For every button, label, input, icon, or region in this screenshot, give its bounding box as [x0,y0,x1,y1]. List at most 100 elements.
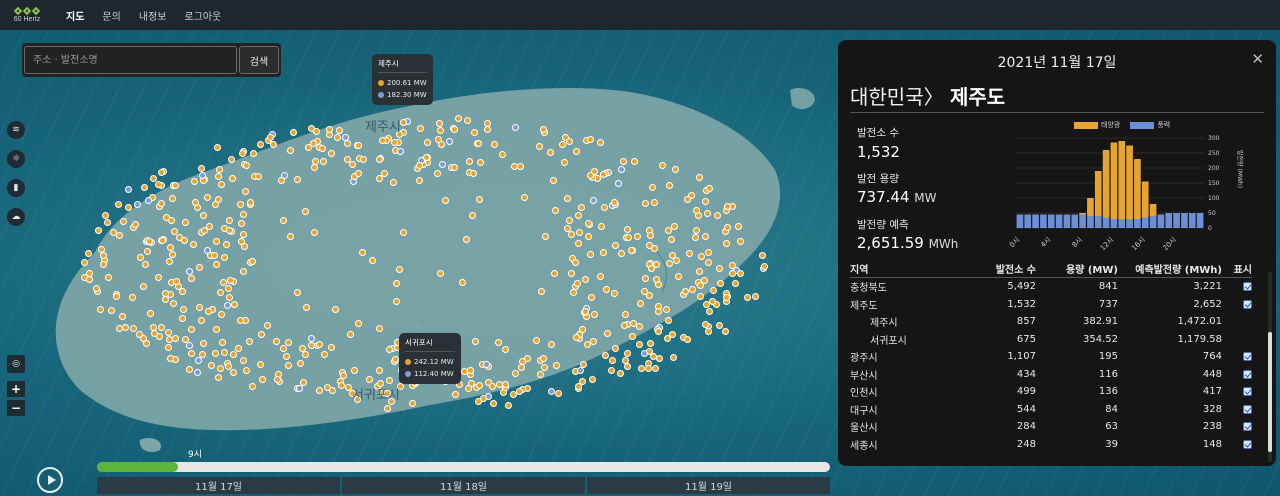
solar-plant-marker[interactable] [311,164,319,172]
solar-plant-marker[interactable] [612,345,620,353]
table-row[interactable]: 세종시 248 39 148 [850,436,1252,454]
solar-plant-marker[interactable] [238,219,246,227]
solar-plant-marker[interactable] [704,258,712,266]
solar-plant-marker[interactable] [166,355,174,363]
solar-plant-marker[interactable] [572,259,580,267]
solar-plant-marker[interactable] [494,339,502,347]
solar-plant-marker[interactable] [225,293,233,301]
solar-plant-marker[interactable] [85,275,93,283]
solar-plant-marker[interactable] [581,275,589,283]
solar-plant-marker[interactable] [547,340,555,348]
solar-plant-marker[interactable] [220,253,228,261]
solar-plant-marker[interactable] [645,292,653,300]
col-header-count[interactable]: 발전소 수 [960,261,1036,276]
solar-plant-marker[interactable] [347,330,355,338]
solar-plant-marker[interactable] [644,365,652,373]
solar-plant-marker[interactable] [475,196,483,204]
solar-plant-marker[interactable] [684,336,692,344]
solar-plant-marker[interactable] [588,293,596,301]
solar-plant-marker[interactable] [172,181,180,189]
solar-plant-marker[interactable] [129,294,137,302]
wind-plant-marker[interactable] [547,387,555,395]
solar-plant-marker[interactable] [141,261,149,269]
solar-plant-marker[interactable] [518,357,526,365]
solar-plant-marker[interactable] [323,383,331,391]
solar-plant-marker[interactable] [579,378,587,386]
solar-plant-marker[interactable] [299,344,307,352]
solar-plant-marker[interactable] [115,231,123,239]
solar-plant-marker[interactable] [620,322,628,330]
solar-plant-marker[interactable] [151,329,159,337]
wind-plant-marker[interactable] [439,160,447,168]
solar-plant-marker[interactable] [164,329,172,336]
solar-plant-marker[interactable] [464,384,472,392]
wind-plant-marker[interactable] [186,341,194,349]
solar-plant-marker[interactable] [179,306,187,314]
solar-plant-marker[interactable] [393,280,401,288]
solar-plant-marker[interactable] [583,340,591,348]
solar-plant-marker[interactable] [651,365,659,373]
solar-plant-marker[interactable] [416,177,424,185]
solar-plant-marker[interactable] [462,236,470,244]
solar-plant-marker[interactable] [696,267,704,275]
solar-plant-marker[interactable] [612,241,620,249]
solar-plant-marker[interactable] [551,270,559,278]
table-row[interactable]: 제주도 1,532 737 2,652 [850,296,1252,314]
solar-plant-marker[interactable] [517,162,525,170]
solar-plant-marker[interactable] [713,211,721,219]
solar-plant-marker[interactable] [211,252,219,260]
solar-plant-marker[interactable] [200,212,208,220]
solar-plant-marker[interactable] [645,241,653,249]
solar-plant-marker[interactable] [547,148,555,156]
solar-plant-marker[interactable] [610,290,618,298]
solar-plant-marker[interactable] [648,265,656,273]
solar-plant-marker[interactable] [273,375,281,383]
solar-plant-marker[interactable] [454,115,462,123]
solar-plant-marker[interactable] [158,200,166,208]
show-checkbox[interactable] [1243,422,1252,432]
solar-plant-marker[interactable] [729,270,737,278]
solar-plant-marker[interactable] [568,230,576,238]
solar-plant-marker[interactable] [182,218,190,226]
solar-plant-marker[interactable] [186,365,194,373]
solar-plant-marker[interactable] [215,173,223,181]
solar-plant-marker[interactable] [424,139,432,147]
solar-plant-marker[interactable] [238,150,246,158]
solar-plant-marker[interactable] [225,284,233,292]
thermometer-layer-icon[interactable]: ▮ [7,179,25,197]
solar-plant-marker[interactable] [139,283,147,291]
solar-plant-marker[interactable] [249,383,257,391]
solar-plant-marker[interactable] [450,164,458,172]
wind-plant-marker[interactable] [308,334,316,342]
solar-plant-marker[interactable] [458,278,466,286]
solar-plant-marker[interactable] [214,143,222,151]
show-checkbox[interactable] [1243,439,1252,449]
solar-plant-marker[interactable] [256,141,264,149]
show-checkbox[interactable] [1243,369,1252,379]
solar-plant-marker[interactable] [375,155,383,163]
wind-plant-marker[interactable] [615,179,623,187]
solar-plant-marker[interactable] [760,263,768,271]
solar-plant-marker[interactable] [570,288,578,296]
solar-plant-marker[interactable] [701,320,709,328]
show-checkbox[interactable] [1243,282,1252,292]
solar-plant-marker[interactable] [647,232,655,240]
solar-plant-marker[interactable] [709,287,717,295]
solar-plant-marker[interactable] [170,299,178,307]
solar-plant-marker[interactable] [315,341,323,349]
solar-plant-marker[interactable] [475,140,483,148]
solar-plant-marker[interactable] [700,277,708,285]
solar-plant-marker[interactable] [722,294,730,301]
solar-plant-marker[interactable] [198,165,206,173]
solar-plant-marker[interactable] [378,136,386,144]
date-cell[interactable]: 11월 18일 [342,477,585,494]
solar-plant-marker[interactable] [705,248,713,256]
solar-plant-marker[interactable] [188,350,196,358]
solar-plant-marker[interactable] [227,155,235,163]
solar-plant-marker[interactable] [633,232,641,240]
wind-plant-marker[interactable] [617,165,625,173]
wind-plant-marker[interactable] [482,360,490,368]
solar-plant-marker[interactable] [169,194,177,202]
solar-plant-marker[interactable] [219,339,227,347]
solar-plant-marker[interactable] [600,204,608,212]
